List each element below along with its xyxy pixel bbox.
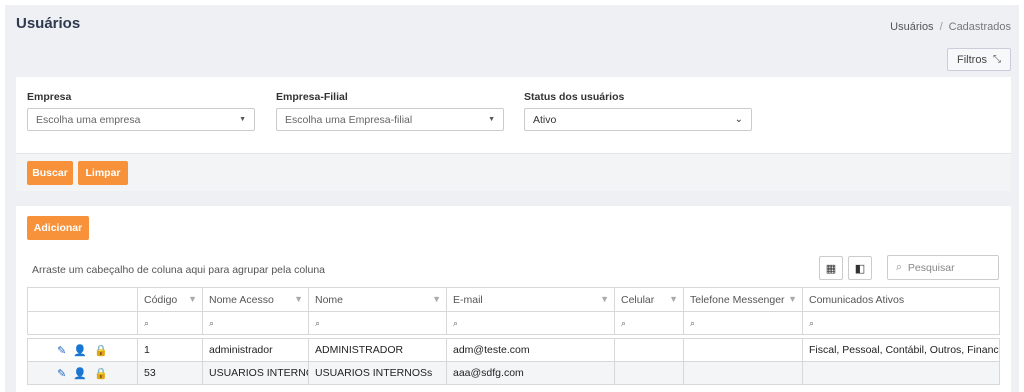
filter-cell-email[interactable]: ⌕ bbox=[446, 311, 615, 335]
filter-cell-codigo[interactable]: ⌕ bbox=[137, 311, 203, 335]
search-button[interactable]: Buscar bbox=[27, 161, 73, 185]
search-icon: ⌕ bbox=[809, 317, 815, 328]
column-header-email[interactable]: E-mail ▼ bbox=[446, 287, 615, 312]
filter-cell-comunicados[interactable]: ⌕ bbox=[802, 311, 1000, 335]
cell-email: adm@teste.com bbox=[446, 338, 615, 362]
table-row[interactable]: ✎ 👤 🔒 1 administrador ADMINISTRADOR adm@… bbox=[27, 338, 1000, 362]
cell-comunicados: Fiscal, Pessoal, Contábil, Outros, Finan… bbox=[802, 338, 1000, 362]
pencil-icon[interactable]: ✎ bbox=[57, 368, 66, 380]
cell-nome: USUARIOS INTERNOSs bbox=[308, 361, 447, 385]
caret-down-icon: ▼ bbox=[239, 116, 246, 123]
row-actions: ✎ 👤 🔒 bbox=[27, 338, 138, 362]
search-icon: ⌕ bbox=[209, 317, 215, 328]
filial-label: Empresa-Filial bbox=[276, 91, 348, 103]
status-select-value: Ativo bbox=[533, 113, 557, 126]
lock-icon[interactable]: 🔒 bbox=[94, 345, 108, 357]
filter-icon[interactable]: ▼ bbox=[788, 294, 797, 304]
filters-toggle-button[interactable]: Filtros ⤡ bbox=[947, 48, 1011, 71]
users-table: Código ▼ Nome Acesso ▼ Nome ▼ E-mail ▼ Celul… bbox=[27, 287, 1000, 385]
cell-email: aaa@sdfg.com bbox=[446, 361, 615, 385]
filter-cell-messenger[interactable]: ⌕ bbox=[683, 311, 803, 335]
empresa-select-placeholder: Escolha uma empresa bbox=[36, 113, 141, 126]
status-select[interactable]: Ativo ⌄ bbox=[524, 108, 752, 131]
column-chooser-button[interactable]: ◧ bbox=[848, 256, 872, 280]
breadcrumb-separator: / bbox=[939, 21, 943, 33]
search-icon: ⌕ bbox=[690, 317, 696, 328]
status-label: Status dos usuários bbox=[524, 91, 625, 103]
filter-actions-bar: Buscar Limpar bbox=[16, 153, 1011, 191]
empresa-label: Empresa bbox=[27, 91, 72, 103]
search-icon: ⌕ bbox=[315, 317, 321, 328]
user-times-icon[interactable]: 👤 bbox=[73, 368, 87, 380]
filter-cell-actions bbox=[27, 311, 138, 335]
cell-celular bbox=[614, 338, 684, 362]
excel-icon: ▦ bbox=[825, 262, 837, 275]
cell-comunicados bbox=[802, 361, 1000, 385]
breadcrumb: Usuários / Cadastrados bbox=[890, 21, 1011, 33]
chevron-down-icon: ⌄ bbox=[734, 114, 743, 125]
cell-messenger bbox=[683, 361, 803, 385]
filter-cell-celular[interactable]: ⌕ bbox=[614, 311, 684, 335]
search-icon: ⌕ bbox=[896, 261, 902, 273]
column-header-celular[interactable]: Celular ▼ bbox=[614, 287, 684, 312]
filter-empresa: Empresa Escolha uma empresa ▼ bbox=[27, 91, 255, 131]
filter-panel: Empresa Escolha uma empresa ▼ Empresa-Fi… bbox=[16, 77, 1011, 153]
row-actions: ✎ 👤 🔒 bbox=[27, 361, 138, 385]
filter-row: ⌕ ⌕ ⌕ ⌕ ⌕ ⌕ ⌕ bbox=[27, 311, 1000, 335]
search-icon: ⌕ bbox=[144, 317, 150, 328]
caret-down-icon: ▼ bbox=[488, 116, 495, 123]
column-header-nome-acesso[interactable]: Nome Acesso ▼ bbox=[202, 287, 309, 312]
search-icon: ⌕ bbox=[621, 317, 627, 328]
table-row[interactable]: ✎ 👤 🔒 53 USUARIOS INTERNOS USUARIOS INTE… bbox=[27, 361, 1000, 385]
filter-icon[interactable]: ▼ bbox=[188, 294, 197, 304]
filter-cell-nome[interactable]: ⌕ bbox=[308, 311, 447, 335]
column-header-telefone-messenger[interactable]: Telefone Messenger ▼ bbox=[683, 287, 803, 312]
user-times-icon[interactable]: 👤 bbox=[73, 345, 87, 357]
cell-nome-acesso: administrador bbox=[202, 338, 309, 362]
export-excel-button[interactable]: ▦ bbox=[819, 256, 843, 280]
filter-icon[interactable]: ▼ bbox=[669, 294, 678, 304]
filial-select-placeholder: Escolha uma Empresa-filial bbox=[285, 113, 413, 126]
filter-cell-nome-acesso[interactable]: ⌕ bbox=[202, 311, 309, 335]
cell-nome: ADMINISTRADOR bbox=[308, 338, 447, 362]
grid-panel: Adicionar Arraste um cabeçalho de coluna… bbox=[16, 206, 1011, 392]
cell-codigo: 1 bbox=[137, 338, 203, 362]
cell-celular bbox=[614, 361, 684, 385]
page-title: Usuários bbox=[16, 15, 81, 32]
column-header-comunicados[interactable]: Comunicados Ativos bbox=[802, 287, 1000, 312]
empresa-select[interactable]: Escolha uma empresa ▼ bbox=[27, 108, 255, 131]
group-panel-hint: Arraste um cabeçalho de coluna aqui para… bbox=[32, 264, 326, 276]
breadcrumb-item-usuarios[interactable]: Usuários bbox=[890, 21, 933, 33]
pencil-icon[interactable]: ✎ bbox=[57, 345, 66, 357]
compress-icon: ⤡ bbox=[992, 54, 1001, 65]
filter-filial: Empresa-Filial Escolha uma Empresa-filia… bbox=[276, 91, 504, 131]
cell-messenger bbox=[683, 338, 803, 362]
filters-button-label: Filtros bbox=[957, 53, 987, 66]
column-header-actions bbox=[27, 287, 138, 312]
filter-icon[interactable]: ▼ bbox=[432, 294, 441, 304]
filial-select[interactable]: Escolha uma Empresa-filial ▼ bbox=[276, 108, 504, 131]
cell-codigo: 53 bbox=[137, 361, 203, 385]
breadcrumb-item-cadastrados: Cadastrados bbox=[948, 21, 1011, 33]
filter-icon[interactable]: ▼ bbox=[600, 294, 609, 304]
search-icon: ⌕ bbox=[453, 317, 459, 328]
grid-search-input[interactable]: ⌕ Pesquisar bbox=[887, 255, 999, 280]
column-header-codigo[interactable]: Código ▼ bbox=[137, 287, 203, 312]
filter-icon[interactable]: ▼ bbox=[294, 294, 303, 304]
column-chooser-icon: ◧ bbox=[854, 262, 866, 275]
cell-nome-acesso: USUARIOS INTERNOS bbox=[202, 361, 309, 385]
clear-button[interactable]: Limpar bbox=[78, 161, 128, 185]
add-button[interactable]: Adicionar bbox=[27, 216, 89, 240]
grid-search-placeholder: Pesquisar bbox=[907, 261, 955, 274]
table-header-row: Código ▼ Nome Acesso ▼ Nome ▼ E-mail ▼ Celul… bbox=[27, 287, 1000, 312]
lock-icon[interactable]: 🔒 bbox=[94, 368, 108, 380]
column-header-nome[interactable]: Nome ▼ bbox=[308, 287, 447, 312]
filter-status: Status dos usuários Ativo ⌄ bbox=[524, 91, 752, 131]
